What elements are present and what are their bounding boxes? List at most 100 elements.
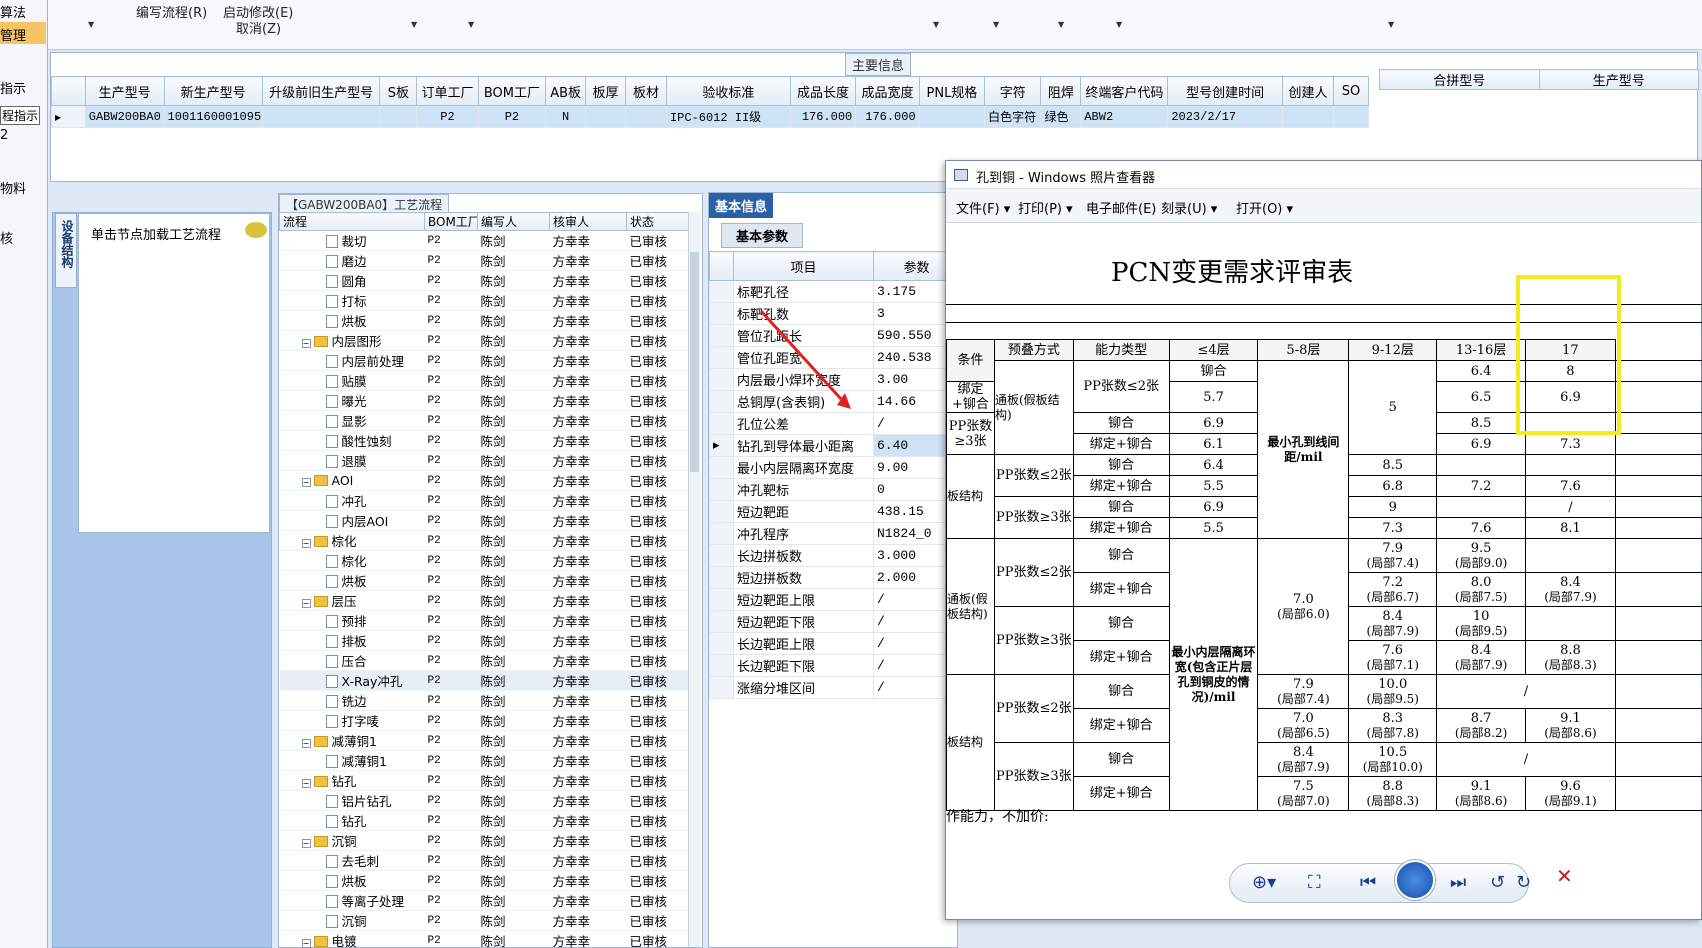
tree-row[interactable]: 内层前处理 P2 陈剑 方幸幸 已审核: [279, 350, 690, 371]
tree-row[interactable]: − 减薄铜1 P2 陈剑 方幸幸 已审核: [279, 730, 690, 751]
cell[interactable]: 白色字符: [984, 105, 1042, 128]
cell[interactable]: P2: [477, 105, 547, 128]
tree-row[interactable]: 贴膜 P2 陈剑 方幸幸 已审核: [279, 370, 690, 391]
collapse-icon[interactable]: −: [301, 478, 311, 487]
write-flow-button[interactable]: 编写流程(R): [136, 2, 207, 21]
cell[interactable]: [625, 105, 667, 128]
col-header[interactable]: AB板: [545, 76, 587, 106]
param-row[interactable]: 长边拼板数 3.000: [709, 544, 960, 567]
nav-item[interactable]: 算法: [0, 2, 26, 21]
col-header[interactable]: 字符: [984, 76, 1042, 106]
param-row[interactable]: 冲孔靶标 0: [709, 478, 960, 501]
rotate-left-icon[interactable]: ↺: [1490, 872, 1505, 893]
menu-file[interactable]: 文件(F) ▾: [956, 198, 1010, 217]
cell[interactable]: [379, 105, 418, 128]
tree-row[interactable]: 预排 P2 陈剑 方幸幸 已审核: [279, 610, 690, 631]
collapse-icon[interactable]: −: [301, 739, 311, 748]
nav-item[interactable]: 2: [0, 128, 8, 143]
node-label[interactable]: 等离子处理: [342, 894, 405, 909]
collapse-icon[interactable]: −: [301, 839, 311, 848]
col-header[interactable]: 终端客户代码: [1080, 76, 1169, 106]
cell[interactable]: N: [545, 105, 587, 128]
param-row[interactable]: ▸ 钻孔到导体最小距离 6.40: [709, 434, 960, 457]
tree-row[interactable]: 去毛刺 P2 陈剑 方幸幸 已审核: [279, 850, 690, 871]
param-row[interactable]: 短边靶距下限 /: [709, 610, 960, 633]
dropdown-arrow-icon[interactable]: ▼: [1058, 20, 1064, 29]
fit-window-icon[interactable]: ⛶: [1308, 872, 1321, 893]
node-label[interactable]: 内层前处理: [342, 354, 405, 369]
node-label[interactable]: 烘板: [342, 874, 367, 889]
node-label[interactable]: 电镀: [332, 934, 357, 948]
tree-row[interactable]: 圆角 P2 陈剑 方幸幸 已审核: [279, 270, 690, 291]
cell[interactable]: 绿色: [1040, 105, 1082, 128]
vertical-tab[interactable]: 设备结构: [55, 213, 77, 288]
col-header[interactable]: 状态: [626, 212, 690, 231]
col-header[interactable]: 新生产型号: [163, 76, 263, 106]
cell[interactable]: ABW2: [1080, 105, 1169, 128]
node-label[interactable]: 减薄铜1: [342, 754, 387, 769]
hint-text[interactable]: 单击节点加载工艺流程: [91, 224, 221, 243]
nav-item[interactable]: 物料: [0, 178, 26, 197]
nav-item[interactable]: 核: [0, 228, 13, 247]
slideshow-button[interactable]: [1395, 860, 1435, 900]
param-row[interactable]: 短边拼板数 2.000: [709, 566, 960, 589]
nav-item-selected[interactable]: 管理: [0, 22, 46, 44]
node-label[interactable]: 棕化: [342, 554, 367, 569]
tree-row[interactable]: 曝光 P2 陈剑 方幸幸 已审核: [279, 390, 690, 411]
tree-row[interactable]: 钻孔 P2 陈剑 方幸幸 已审核: [279, 810, 690, 831]
col-header[interactable]: BOM工厂: [477, 76, 547, 106]
dropdown-arrow-icon[interactable]: ▼: [88, 20, 94, 29]
tree-row[interactable]: 酸性蚀刻 P2 陈剑 方幸幸 已审核: [279, 430, 690, 451]
tree-row[interactable]: 沉铜 P2 陈剑 方幸幸 已审核: [279, 910, 690, 931]
tree-row[interactable]: − 钻孔 P2 陈剑 方幸幸 已审核: [279, 770, 690, 791]
tree-row[interactable]: X-Ray冲孔 P2 陈剑 方幸幸 已审核: [279, 670, 690, 691]
param-row[interactable]: 短边靶距上限 /: [709, 588, 960, 611]
node-label[interactable]: 排板: [342, 634, 367, 649]
col-header[interactable]: 合拼型号: [1379, 69, 1540, 90]
dropdown-arrow-icon[interactable]: ▼: [468, 20, 474, 29]
node-label[interactable]: 冲孔: [342, 494, 367, 509]
col-header[interactable]: 订单工厂: [416, 76, 479, 106]
cell[interactable]: 176.000: [855, 105, 920, 128]
delete-icon[interactable]: ✕: [1556, 864, 1573, 888]
col-header[interactable]: 创建人: [1281, 76, 1335, 106]
node-label[interactable]: 曝光: [342, 394, 367, 409]
param-row[interactable]: 长边靶距上限 /: [709, 632, 960, 655]
node-label[interactable]: 内层AOI: [342, 514, 389, 529]
node-label[interactable]: 磨边: [342, 254, 367, 269]
node-label[interactable]: 烘板: [342, 574, 367, 589]
tree-row[interactable]: 铝片钻孔 P2 陈剑 方幸幸 已审核: [279, 790, 690, 811]
node-label[interactable]: 退膜: [342, 454, 367, 469]
tree-row[interactable]: − 内层图形 P2 陈剑 方幸幸 已审核: [279, 330, 690, 351]
scroll-thumb[interactable]: [690, 252, 699, 472]
menu-email[interactable]: 电子邮件(E): [1086, 198, 1156, 217]
cell[interactable]: [918, 105, 986, 128]
node-label[interactable]: 铝片钻孔: [342, 794, 392, 809]
col-header[interactable]: 流程: [279, 212, 425, 231]
dropdown-arrow-icon[interactable]: ▼: [933, 20, 939, 29]
node-label[interactable]: 压合: [342, 654, 367, 669]
tree-row[interactable]: 打标 P2 陈剑 方幸幸 已审核: [279, 290, 690, 311]
tree-row[interactable]: 内层AOI P2 陈剑 方幸幸 已审核: [279, 510, 690, 531]
menu-burn[interactable]: 刻录(U) ▾: [1161, 198, 1217, 217]
tree-row[interactable]: 退膜 P2 陈剑 方幸幸 已审核: [279, 450, 690, 471]
tree-row[interactable]: 减薄铜1 P2 陈剑 方幸幸 已审核: [279, 750, 690, 771]
menu-open[interactable]: 打开(O) ▾: [1236, 198, 1293, 217]
vertical-scrollbar[interactable]: [688, 212, 700, 947]
node-label[interactable]: 减薄铜1: [332, 734, 377, 749]
param-row[interactable]: 标靶孔径 3.175: [709, 280, 960, 303]
collapse-icon[interactable]: −: [301, 539, 311, 548]
tree-row[interactable]: 棕化 P2 陈剑 方幸幸 已审核: [279, 550, 690, 571]
cell[interactable]: [1333, 105, 1369, 128]
cell[interactable]: 10011600010950: [163, 105, 263, 128]
tree-row[interactable]: 烘板 P2 陈剑 方幸幸 已审核: [279, 310, 690, 331]
tree-row[interactable]: 打字唛 P2 陈剑 方幸幸 已审核: [279, 710, 690, 731]
tree-row[interactable]: 铣边 P2 陈剑 方幸幸 已审核: [279, 690, 690, 711]
col-header[interactable]: 生产型号: [84, 76, 165, 106]
dropdown-arrow-icon[interactable]: ▼: [993, 20, 999, 29]
collapse-icon[interactable]: −: [301, 939, 311, 948]
col-header[interactable]: 编写人: [477, 212, 550, 231]
node-label[interactable]: 贴膜: [342, 374, 367, 389]
node-label[interactable]: 内层图形: [332, 334, 382, 349]
tree-row[interactable]: 烘板 P2 陈剑 方幸幸 已审核: [279, 870, 690, 891]
